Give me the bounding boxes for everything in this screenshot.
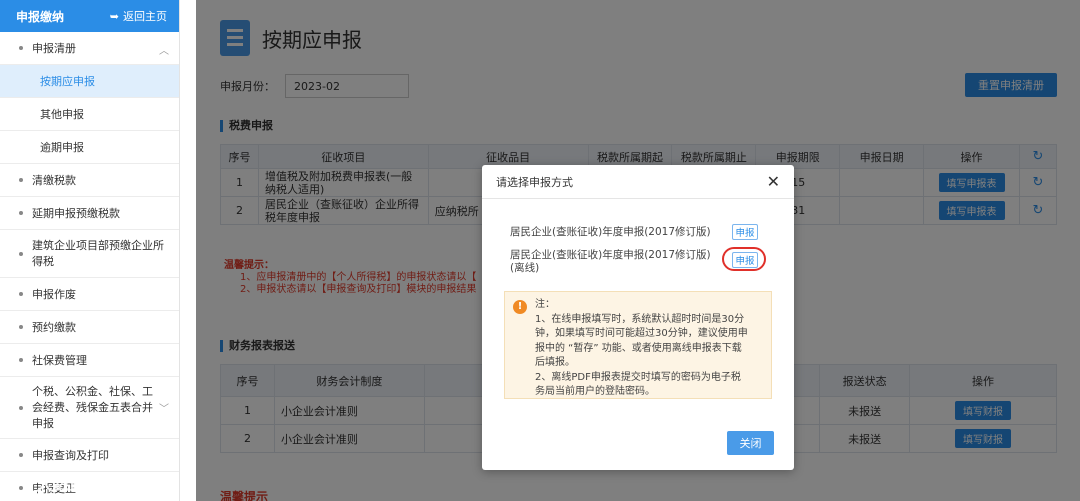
note-line: 后填报。 bbox=[535, 357, 575, 368]
option-offline-line: 居民企业(查账征收)年度申报(2017修订版) bbox=[510, 249, 711, 261]
note-line: 2、离线PDF申报表提交时填写的密码为电子税 bbox=[535, 371, 741, 383]
note-box: ! 注： 1、在线申报填写时，系统默认超时时间是30分 钟，如果填写时间可能超过… bbox=[504, 291, 772, 399]
sidebar-subitem-other[interactable]: 其他申报 bbox=[0, 98, 179, 131]
note-line: 报中的 “暂存” 功能、或者使用离线申报表下载 bbox=[535, 342, 742, 354]
sidebar-item-query-print[interactable]: 申报查询及打印 bbox=[0, 439, 179, 472]
sidebar-title: 申报缴纳 bbox=[16, 9, 65, 24]
bullet-icon bbox=[19, 358, 23, 362]
sidebar-item-clear-tax[interactable]: 清缴税款 bbox=[0, 164, 179, 197]
sidebar-item-scheduled-pay[interactable]: 预约缴款 bbox=[0, 311, 179, 344]
sidebar-group-declaration-list[interactable]: 申报清册 ︿ bbox=[0, 32, 179, 65]
option-offline-label: 居民企业(查账征收)年度申报(2017修订版) (离线) bbox=[510, 249, 711, 275]
note-line: 1、在线申报填写时，系统默认超时时间是30分 bbox=[535, 313, 745, 325]
sidebar-item-label: 清缴税款 bbox=[32, 174, 76, 187]
chevron-down-icon: ﹀ bbox=[159, 403, 169, 415]
sidebar-item-social-fee[interactable]: 社保费管理 bbox=[0, 344, 179, 377]
close-icon[interactable]: ✕ bbox=[767, 172, 780, 191]
sidebar-subitem-overdue[interactable]: 逾期申报 bbox=[0, 131, 179, 164]
chevron-up-icon: ︿ bbox=[159, 46, 169, 57]
sidebar-item-deferred[interactable]: 延期申报预缴税款 bbox=[0, 197, 179, 230]
watermark-logo-icon bbox=[8, 471, 30, 494]
dialog-title: 请选择申报方式 bbox=[496, 175, 573, 189]
declare-method-dialog: 请选择申报方式 ✕ 居民企业(查账征收)年度申报(2017修订版) 申报 居民企… bbox=[482, 165, 794, 470]
sidebar-item-label: 申报作废 bbox=[32, 288, 76, 301]
warning-icon: ! bbox=[513, 300, 527, 314]
option-offline-line: (离线) bbox=[510, 262, 540, 274]
dialog-header: 请选择申报方式 ✕ bbox=[482, 165, 794, 199]
sidebar-item-label: 申报查询及打印 bbox=[32, 449, 109, 462]
sidebar-item-construction[interactable]: 建筑企业项目部预缴企业所得税 bbox=[0, 230, 179, 278]
highlight-circle bbox=[722, 247, 766, 271]
sidebar-item-label: 预约缴款 bbox=[32, 321, 76, 334]
sidebar-item-label: 个税、公积金、社保、工会经费、残保金五表合并申报 bbox=[32, 384, 153, 430]
bullet-icon bbox=[19, 405, 23, 410]
bullet-icon bbox=[19, 46, 23, 50]
watermark: 大数跨境 bbox=[8, 470, 104, 495]
bullet-icon bbox=[19, 325, 23, 329]
sidebar-header: 申报缴纳 ➥ 返回主页 bbox=[0, 0, 179, 32]
bullet-icon bbox=[19, 453, 23, 457]
back-arrow-icon: ➥ bbox=[109, 9, 119, 23]
watermark-text: 大数跨境 bbox=[36, 475, 104, 495]
sidebar: 申报缴纳 ➥ 返回主页 申报清册 ︿ 按期应申报 其他申报 逾期申报 清缴税款 … bbox=[0, 0, 180, 501]
note-line: 务局当前用户的登陆密码。 bbox=[535, 386, 655, 397]
sidebar-item-label: 延期申报预缴税款 bbox=[32, 207, 120, 220]
sidebar-group-label: 申报清册 bbox=[32, 42, 76, 55]
option-online-label: 居民企业(查账征收)年度申报(2017修订版) bbox=[510, 226, 711, 238]
sidebar-item-five-in-one[interactable]: 个税、公积金、社保、工会经费、残保金五表合并申报 ﹀ bbox=[0, 377, 179, 439]
sidebar-subitem-periodic[interactable]: 按期应申报 bbox=[0, 65, 179, 98]
bullet-icon bbox=[19, 211, 23, 215]
back-home-label: 返回主页 bbox=[123, 10, 167, 23]
bullet-icon bbox=[19, 178, 23, 182]
bullet-icon bbox=[19, 292, 23, 296]
note-line: 钟，如果填写时间可能超过30分钟，建议使用申 bbox=[535, 328, 748, 339]
note-title: 注： bbox=[535, 299, 555, 310]
sidebar-item-void[interactable]: 申报作废 bbox=[0, 278, 179, 311]
bullet-icon bbox=[19, 251, 23, 256]
sidebar-item-label: 社保费管理 bbox=[32, 354, 87, 367]
dialog-close-button[interactable]: 关闭 bbox=[727, 431, 774, 455]
sidebar-item-label: 建筑企业项目部预缴企业所得税 bbox=[32, 238, 164, 268]
back-home-link[interactable]: ➥ 返回主页 bbox=[110, 8, 167, 24]
declare-online-button[interactable]: 申报 bbox=[732, 224, 758, 240]
